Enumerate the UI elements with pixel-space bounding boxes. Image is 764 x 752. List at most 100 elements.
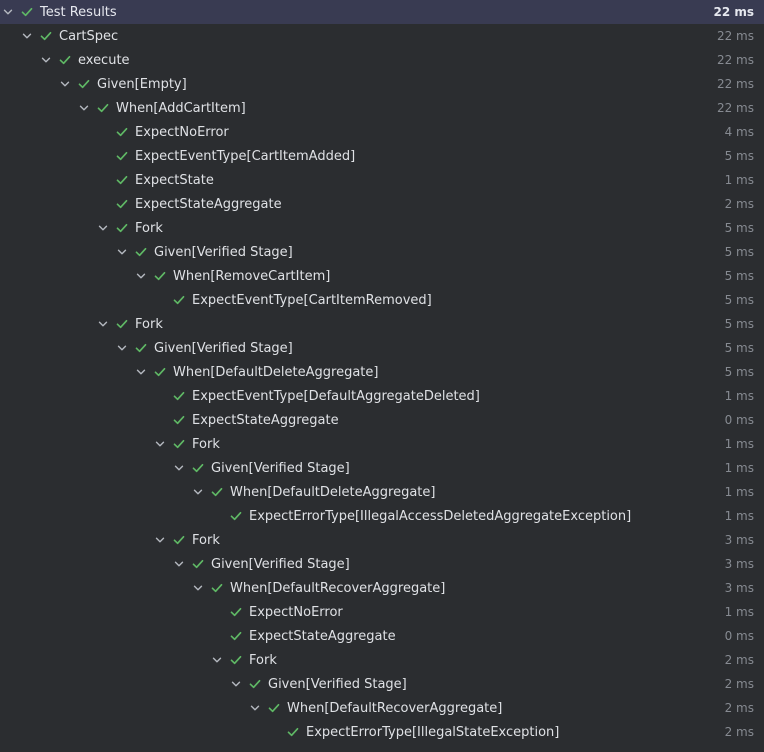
chevron-down-icon[interactable] [209, 652, 225, 668]
chevron-down-icon[interactable] [133, 364, 149, 380]
test-duration: 5 ms [724, 365, 754, 379]
tree-row[interactable]: When[DefaultRecoverAggregate] 2 ms [0, 696, 764, 720]
test-name: Fork [192, 532, 220, 548]
tree-row[interactable]: Fork 5 ms [0, 216, 764, 240]
checkmark-icon [114, 172, 130, 188]
checkmark-icon [76, 76, 92, 92]
test-name: When[RemoveCartItem] [173, 268, 331, 284]
tree-row[interactable]: ExpectErrorType[IllegalStateException] 2 … [0, 720, 764, 744]
test-name: execute [78, 52, 130, 68]
test-name: When[DefaultRecoverAggregate] [230, 580, 446, 596]
test-name: ExpectStateAggregate [192, 412, 339, 428]
tree-row[interactable]: execute 22 ms [0, 48, 764, 72]
tree-row[interactable]: ExpectState 1 ms [0, 168, 764, 192]
test-duration: 1 ms [724, 437, 754, 451]
chevron-down-icon[interactable] [57, 76, 73, 92]
chevron-down-icon[interactable] [19, 28, 35, 44]
test-name: Fork [249, 652, 277, 668]
checkmark-icon [114, 148, 130, 164]
checkmark-icon [285, 724, 301, 740]
test-results-tree: Test Results 22 ms CartSpec 22 ms execute 22 … [0, 0, 764, 752]
tree-row[interactable]: Given[Verified Stage] 2 ms [0, 672, 764, 696]
chevron-down-icon[interactable] [190, 484, 206, 500]
tree-row[interactable]: Given[Empty] 22 ms [0, 72, 764, 96]
checkmark-icon [228, 628, 244, 644]
tree-row[interactable]: ExpectEventType[DefaultAggregateDeleted]… [0, 384, 764, 408]
test-name: ExpectErrorType[IllegalStateException] [306, 724, 560, 740]
chevron-down-icon[interactable] [95, 316, 111, 332]
checkmark-icon [114, 316, 130, 332]
test-duration: 2 ms [724, 197, 754, 211]
checkmark-icon [114, 220, 130, 236]
checkmark-icon [171, 532, 187, 548]
test-duration: 3 ms [724, 533, 754, 547]
chevron-down-icon[interactable] [95, 220, 111, 236]
checkmark-icon [133, 244, 149, 260]
chevron-down-icon[interactable] [190, 580, 206, 596]
chevron-down-icon[interactable] [171, 460, 187, 476]
chevron-down-icon[interactable] [133, 268, 149, 284]
checkmark-icon [114, 124, 130, 140]
test-duration: 22 ms [716, 77, 754, 91]
chevron-down-icon[interactable] [76, 100, 92, 116]
tree-row[interactable]: ExpectNoError 1 ms [0, 600, 764, 624]
tree-row[interactable]: Fork 3 ms [0, 528, 764, 552]
checkmark-icon [190, 460, 206, 476]
tree-row[interactable]: ExpectNoError 4 ms [0, 120, 764, 144]
checkmark-icon [19, 4, 35, 20]
test-duration: 0 ms [724, 413, 754, 427]
tree-row[interactable]: Test Results 22 ms [0, 0, 764, 24]
test-duration: 4 ms [724, 125, 754, 139]
tree-row[interactable]: Given[Verified Stage] 5 ms [0, 240, 764, 264]
tree-row[interactable]: When[AddCartItem] 22 ms [0, 96, 764, 120]
tree-row[interactable]: When[RemoveCartItem] 5 ms [0, 264, 764, 288]
test-name: When[DefaultDeleteAggregate] [230, 484, 436, 500]
tree-row[interactable]: Given[Verified Stage] 5 ms [0, 336, 764, 360]
checkmark-icon [114, 196, 130, 212]
test-name: Given[Empty] [97, 76, 187, 92]
tree-row[interactable]: ExpectEventType[CartItemRemoved] 5 ms [0, 288, 764, 312]
tree-row[interactable]: ExpectErrorType[IllegalAccessDeletedAggr… [0, 504, 764, 528]
tree-row[interactable]: Given[Verified Stage] 1 ms [0, 456, 764, 480]
chevron-down-icon[interactable] [171, 556, 187, 572]
tree-row[interactable]: ExpectEventType[CartItemAdded] 5 ms [0, 144, 764, 168]
chevron-down-icon[interactable] [228, 676, 244, 692]
chevron-down-icon[interactable] [114, 244, 130, 260]
test-duration: 5 ms [724, 269, 754, 283]
test-duration: 5 ms [724, 317, 754, 331]
tree-row[interactable]: When[DefaultDeleteAggregate] 1 ms [0, 480, 764, 504]
test-duration: 2 ms [724, 653, 754, 667]
test-duration: 1 ms [724, 173, 754, 187]
chevron-down-icon[interactable] [114, 340, 130, 356]
test-duration: 2 ms [724, 677, 754, 691]
checkmark-icon [209, 580, 225, 596]
test-name: ExpectEventType[DefaultAggregateDeleted] [192, 388, 480, 404]
tree-row[interactable]: ExpectStateAggregate 0 ms [0, 624, 764, 648]
tree-row[interactable]: ExpectStateAggregate 2 ms [0, 192, 764, 216]
tree-row[interactable]: When[DefaultDeleteAggregate] 5 ms [0, 360, 764, 384]
tree-row[interactable]: Fork 5 ms [0, 312, 764, 336]
test-duration: 1 ms [724, 605, 754, 619]
chevron-down-icon[interactable] [152, 532, 168, 548]
tree-row[interactable]: ExpectStateAggregate 0 ms [0, 408, 764, 432]
test-duration: 1 ms [724, 509, 754, 523]
checkmark-icon [171, 388, 187, 404]
tree-row[interactable]: Fork 2 ms [0, 648, 764, 672]
tree-row[interactable]: Fork 1 ms [0, 432, 764, 456]
checkmark-icon [266, 700, 282, 716]
chevron-down-icon[interactable] [152, 436, 168, 452]
tree-row[interactable]: When[DefaultRecoverAggregate] 3 ms [0, 576, 764, 600]
test-name: Fork [135, 220, 163, 236]
tree-row[interactable]: CartSpec 22 ms [0, 24, 764, 48]
test-name: ExpectEventType[CartItemAdded] [135, 148, 356, 164]
chevron-down-icon[interactable] [38, 52, 54, 68]
chevron-down-icon[interactable] [0, 4, 16, 20]
chevron-down-icon[interactable] [247, 700, 263, 716]
test-duration: 22 ms [716, 101, 754, 115]
tree-row[interactable]: Given[Verified Stage] 3 ms [0, 552, 764, 576]
